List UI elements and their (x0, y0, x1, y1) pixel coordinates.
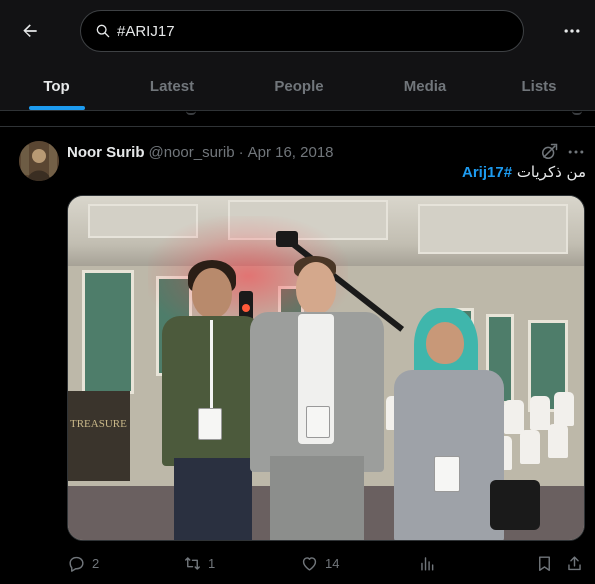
share-icon (568, 555, 581, 570)
tweet-more-button[interactable] (566, 142, 586, 162)
tweet-text: من ذكريات #Arij17 (390, 163, 586, 183)
author-name[interactable]: Noor Surib (67, 144, 145, 161)
photo-stage-sign-text: TREASURE (70, 418, 127, 430)
bookmark-button[interactable] (535, 551, 554, 575)
photo-person-head (296, 262, 336, 314)
previous-action-remnant (572, 111, 582, 115)
photo-camera (276, 231, 298, 247)
separator-dot: · (238, 143, 244, 161)
views-chart-icon (421, 556, 434, 571)
retweet-button[interactable]: 1 (183, 551, 215, 575)
photo-ceiling-coffer (418, 204, 568, 254)
previous-action-remnant (186, 111, 196, 115)
photo-chair (548, 424, 568, 458)
avatar-image (19, 141, 59, 181)
tweet-date[interactable]: Apr 16, 2018 (248, 144, 334, 161)
photo-wall-panel (82, 270, 134, 394)
reply-count: 2 (92, 555, 100, 571)
views-button[interactable] (418, 551, 437, 575)
tab-latest-label: Latest (149, 77, 195, 95)
share-button[interactable] (565, 551, 584, 575)
photo-chair (530, 396, 550, 430)
tab-media-label: Media (403, 77, 447, 95)
search-tabs: Top Latest People Media Lists (0, 62, 595, 110)
photo-lanyard (210, 320, 213, 410)
photo-chair (520, 430, 540, 464)
search-header: Top Latest People Media Lists (0, 0, 595, 110)
reply-icon (69, 556, 84, 572)
search-icon (96, 24, 110, 38)
grok-button[interactable] (539, 142, 559, 162)
photo-stage-light-lamp (242, 304, 250, 312)
tab-people[interactable]: People (231, 62, 367, 110)
more-options-button[interactable] (558, 17, 586, 45)
photo-person-jeans (174, 458, 252, 540)
back-button[interactable] (16, 17, 44, 45)
photo-handbag (490, 480, 540, 530)
tab-top-label: Top (43, 77, 70, 95)
photo-person-head (426, 322, 464, 364)
tab-lists[interactable]: Lists (483, 62, 595, 110)
photo-stage-sign (68, 391, 130, 481)
retweet-count: 1 (208, 555, 216, 571)
like-count: 14 (325, 555, 340, 571)
tab-top[interactable]: Top (0, 62, 113, 110)
photo-name-badge (434, 456, 460, 492)
tab-people-label: People (274, 77, 324, 95)
more-horizontal-icon (564, 29, 580, 33)
tweet-photo[interactable]: TREASURE (67, 195, 585, 541)
photo-name-badge (198, 408, 222, 440)
bookmark-icon (539, 555, 550, 571)
grok-icon (542, 143, 558, 159)
tab-latest[interactable]: Latest (113, 62, 231, 110)
author-handle[interactable]: @noor_surib (149, 144, 235, 161)
tab-media[interactable]: Media (367, 62, 483, 110)
avatar[interactable] (19, 141, 59, 181)
reply-button[interactable]: 2 (67, 551, 99, 575)
search-input[interactable] (117, 22, 497, 40)
tweet-text-arabic: من ذكريات (516, 163, 586, 181)
photo-chair (554, 392, 574, 426)
photo-name-badge (306, 406, 330, 438)
tweet-divider (0, 126, 595, 127)
photo-person-head (192, 268, 232, 318)
search-results-page: Top Latest People Media Lists (0, 0, 595, 584)
arrow-left-icon (23, 24, 37, 37)
previous-tweet-actions-remnant (0, 111, 595, 126)
tweet-actions: 2 1 14 (67, 551, 587, 575)
more-horizontal-icon (568, 150, 584, 154)
photo-person-trousers (270, 456, 364, 540)
photo-chair (504, 400, 524, 434)
retweet-icon (185, 556, 200, 570)
search-bar[interactable] (80, 10, 524, 52)
tab-lists-label: Lists (521, 77, 557, 95)
like-button[interactable]: 14 (300, 551, 339, 575)
tweet-header: Noor Surib @noor_surib · Apr 16, 2018 (67, 142, 334, 162)
hashtag-link[interactable]: #Arij17 (462, 164, 512, 181)
heart-icon (302, 556, 317, 571)
